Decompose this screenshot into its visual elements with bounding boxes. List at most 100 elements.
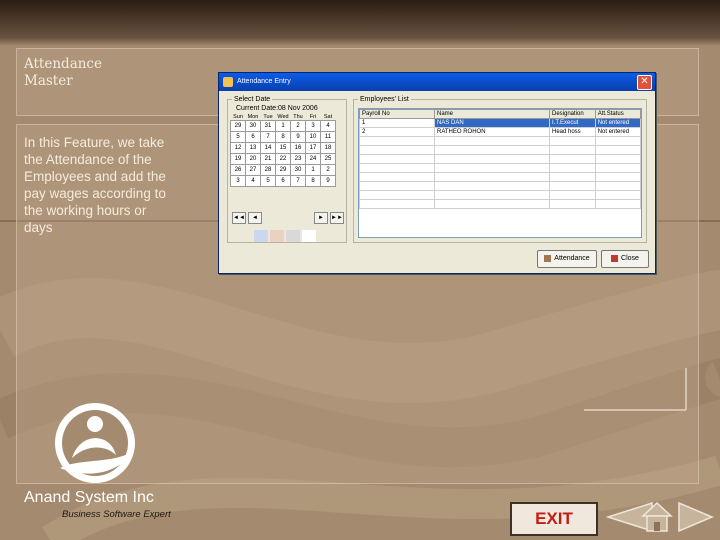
calendar-day[interactable]: 14 (260, 142, 276, 154)
calendar-day[interactable]: 8 (305, 175, 321, 187)
column-header-status[interactable]: Att.Status (594, 109, 641, 119)
table-row (359, 172, 641, 182)
table-header-row: Payroll No Name Designation Att.Status (359, 109, 641, 119)
prev-month-button[interactable]: ◄ (248, 212, 262, 224)
day-header: Mon (247, 114, 259, 120)
calendar-day[interactable]: 10 (305, 131, 321, 143)
table-cell: 1 (359, 118, 435, 128)
legend-swatch-absent (254, 230, 268, 242)
calendar-day[interactable]: 4 (320, 120, 336, 132)
calendar-day[interactable]: 1 (305, 164, 321, 176)
company-name: Anand System Inc (24, 489, 154, 506)
legend-swatch-present (270, 230, 284, 242)
calendar-day[interactable]: 19 (230, 153, 246, 165)
calendar-day[interactable]: 22 (275, 153, 291, 165)
column-header-designation[interactable]: Designation (549, 109, 596, 119)
attendance-icon (544, 254, 552, 262)
table-cell: NAS DAN (434, 118, 550, 128)
exit-button[interactable]: EXIT (510, 502, 598, 536)
calendar-day[interactable]: 18 (320, 142, 336, 154)
table-cell: Not entered (594, 127, 641, 137)
table-cell: I.T.Execut (549, 118, 596, 128)
calendar-day[interactable]: 31 (260, 120, 276, 132)
calendar-day[interactable]: 2 (290, 120, 306, 132)
calendar-day[interactable]: 7 (260, 131, 276, 143)
calendar-day[interactable]: 7 (290, 175, 306, 187)
calendar-day[interactable]: 6 (275, 175, 291, 187)
calendar-day[interactable]: 9 (290, 131, 306, 143)
dialog-titlebar: Attendance Entry ✕ (219, 73, 655, 91)
calendar-day[interactable]: 29 (230, 120, 246, 132)
column-header-payroll[interactable]: Payroll No (359, 109, 435, 119)
calendar-day[interactable]: 5 (230, 131, 246, 143)
employees-table-container: Payroll No Name Designation Att.Status 1… (358, 108, 642, 238)
calendar-day[interactable]: 6 (245, 131, 261, 143)
attendance-entry-dialog: Attendance Entry ✕ Select Date Current D… (218, 72, 656, 274)
calendar-day[interactable]: 26 (230, 164, 246, 176)
day-header: Wed (277, 114, 289, 120)
calendar-week-row: 26 27 28 29 30 1 2 (230, 164, 336, 176)
calendar-day[interactable]: 13 (245, 142, 261, 154)
calendar-day[interactable]: 23 (290, 153, 306, 165)
calendar-day[interactable]: 4 (245, 175, 261, 187)
slide-title-line1: Attendance (24, 56, 102, 72)
calendar-day[interactable]: 27 (245, 164, 261, 176)
company-tagline: Business Software Expert (62, 509, 171, 520)
calendar-day[interactable]: 17 (305, 142, 321, 154)
slide-title: Attendance Master (24, 56, 102, 90)
calendar-day[interactable]: 1 (275, 120, 291, 132)
close-icon[interactable]: ✕ (637, 75, 652, 90)
calendar-day[interactable]: 30 (290, 164, 306, 176)
calendar-day[interactable]: 20 (245, 153, 261, 165)
column-header-name[interactable]: Name (434, 109, 550, 119)
table-row (359, 181, 641, 191)
table-row (359, 136, 641, 146)
calendar-day[interactable]: 28 (260, 164, 276, 176)
calendar-day[interactable]: 11 (320, 131, 336, 143)
table-cell: 2 (359, 127, 435, 137)
table-row[interactable]: 1 NAS DAN I.T.Execut Not entered (359, 118, 641, 128)
table-row[interactable]: 2 RATHEO ROHON Head hoss Not entered (359, 127, 641, 137)
home-button[interactable] (641, 500, 673, 534)
attendance-button[interactable]: Attendance (537, 250, 597, 268)
table-cell: RATHEO ROHON (434, 127, 550, 137)
calendar-week-row: 12 13 14 15 16 17 18 (230, 142, 336, 154)
calendar-week-row: 5 6 7 8 9 10 11 (230, 131, 336, 143)
table-row (359, 154, 641, 164)
calendar-day[interactable]: 8 (275, 131, 291, 143)
select-date-group: Select Date Current Date:08 Nov 2006 Sun… (227, 95, 347, 243)
calendar-day[interactable]: 3 (305, 120, 321, 132)
table-row (359, 199, 641, 209)
attendance-button-label: Attendance (554, 255, 590, 262)
current-date-label: Current Date:08 Nov 2006 (236, 105, 318, 112)
employees-table: Payroll No Name Designation Att.Status 1… (359, 109, 641, 209)
close-door-icon (611, 254, 619, 262)
calendar-day[interactable]: 2 (320, 164, 336, 176)
calendar-day[interactable]: 24 (305, 153, 321, 165)
close-button[interactable]: Close (601, 250, 649, 268)
select-date-label: Select Date (232, 95, 273, 104)
company-logo (55, 403, 135, 483)
next-slide-button[interactable] (676, 500, 716, 534)
table-cell: Head hoss (549, 127, 596, 137)
calendar-day[interactable]: 15 (275, 142, 291, 154)
calendar-day[interactable]: 5 (260, 175, 276, 187)
home-icon (641, 501, 673, 532)
calendar-day[interactable]: 3 (230, 175, 246, 187)
calendar-day[interactable]: 12 (230, 142, 246, 154)
legend-swatch-holiday (302, 230, 316, 242)
calendar-day[interactable]: 29 (275, 164, 291, 176)
calendar-day[interactable]: 25 (320, 153, 336, 165)
next-month-button[interactable]: ► (314, 212, 328, 224)
calendar-day[interactable]: 21 (260, 153, 276, 165)
first-month-button[interactable]: ◄◄ (232, 212, 246, 224)
table-cell: Not entered (594, 118, 641, 128)
employees-list-label: Employees' List (358, 95, 411, 104)
calendar-week-row: 19 20 21 22 23 24 25 (230, 153, 336, 165)
calendar-day[interactable]: 16 (290, 142, 306, 154)
last-month-button[interactable]: ►► (330, 212, 344, 224)
table-row (359, 190, 641, 200)
employees-list-group: Employees' List Payroll No Name Designat… (353, 95, 647, 243)
calendar-day[interactable]: 30 (245, 120, 261, 132)
calendar-day[interactable]: 9 (320, 175, 336, 187)
